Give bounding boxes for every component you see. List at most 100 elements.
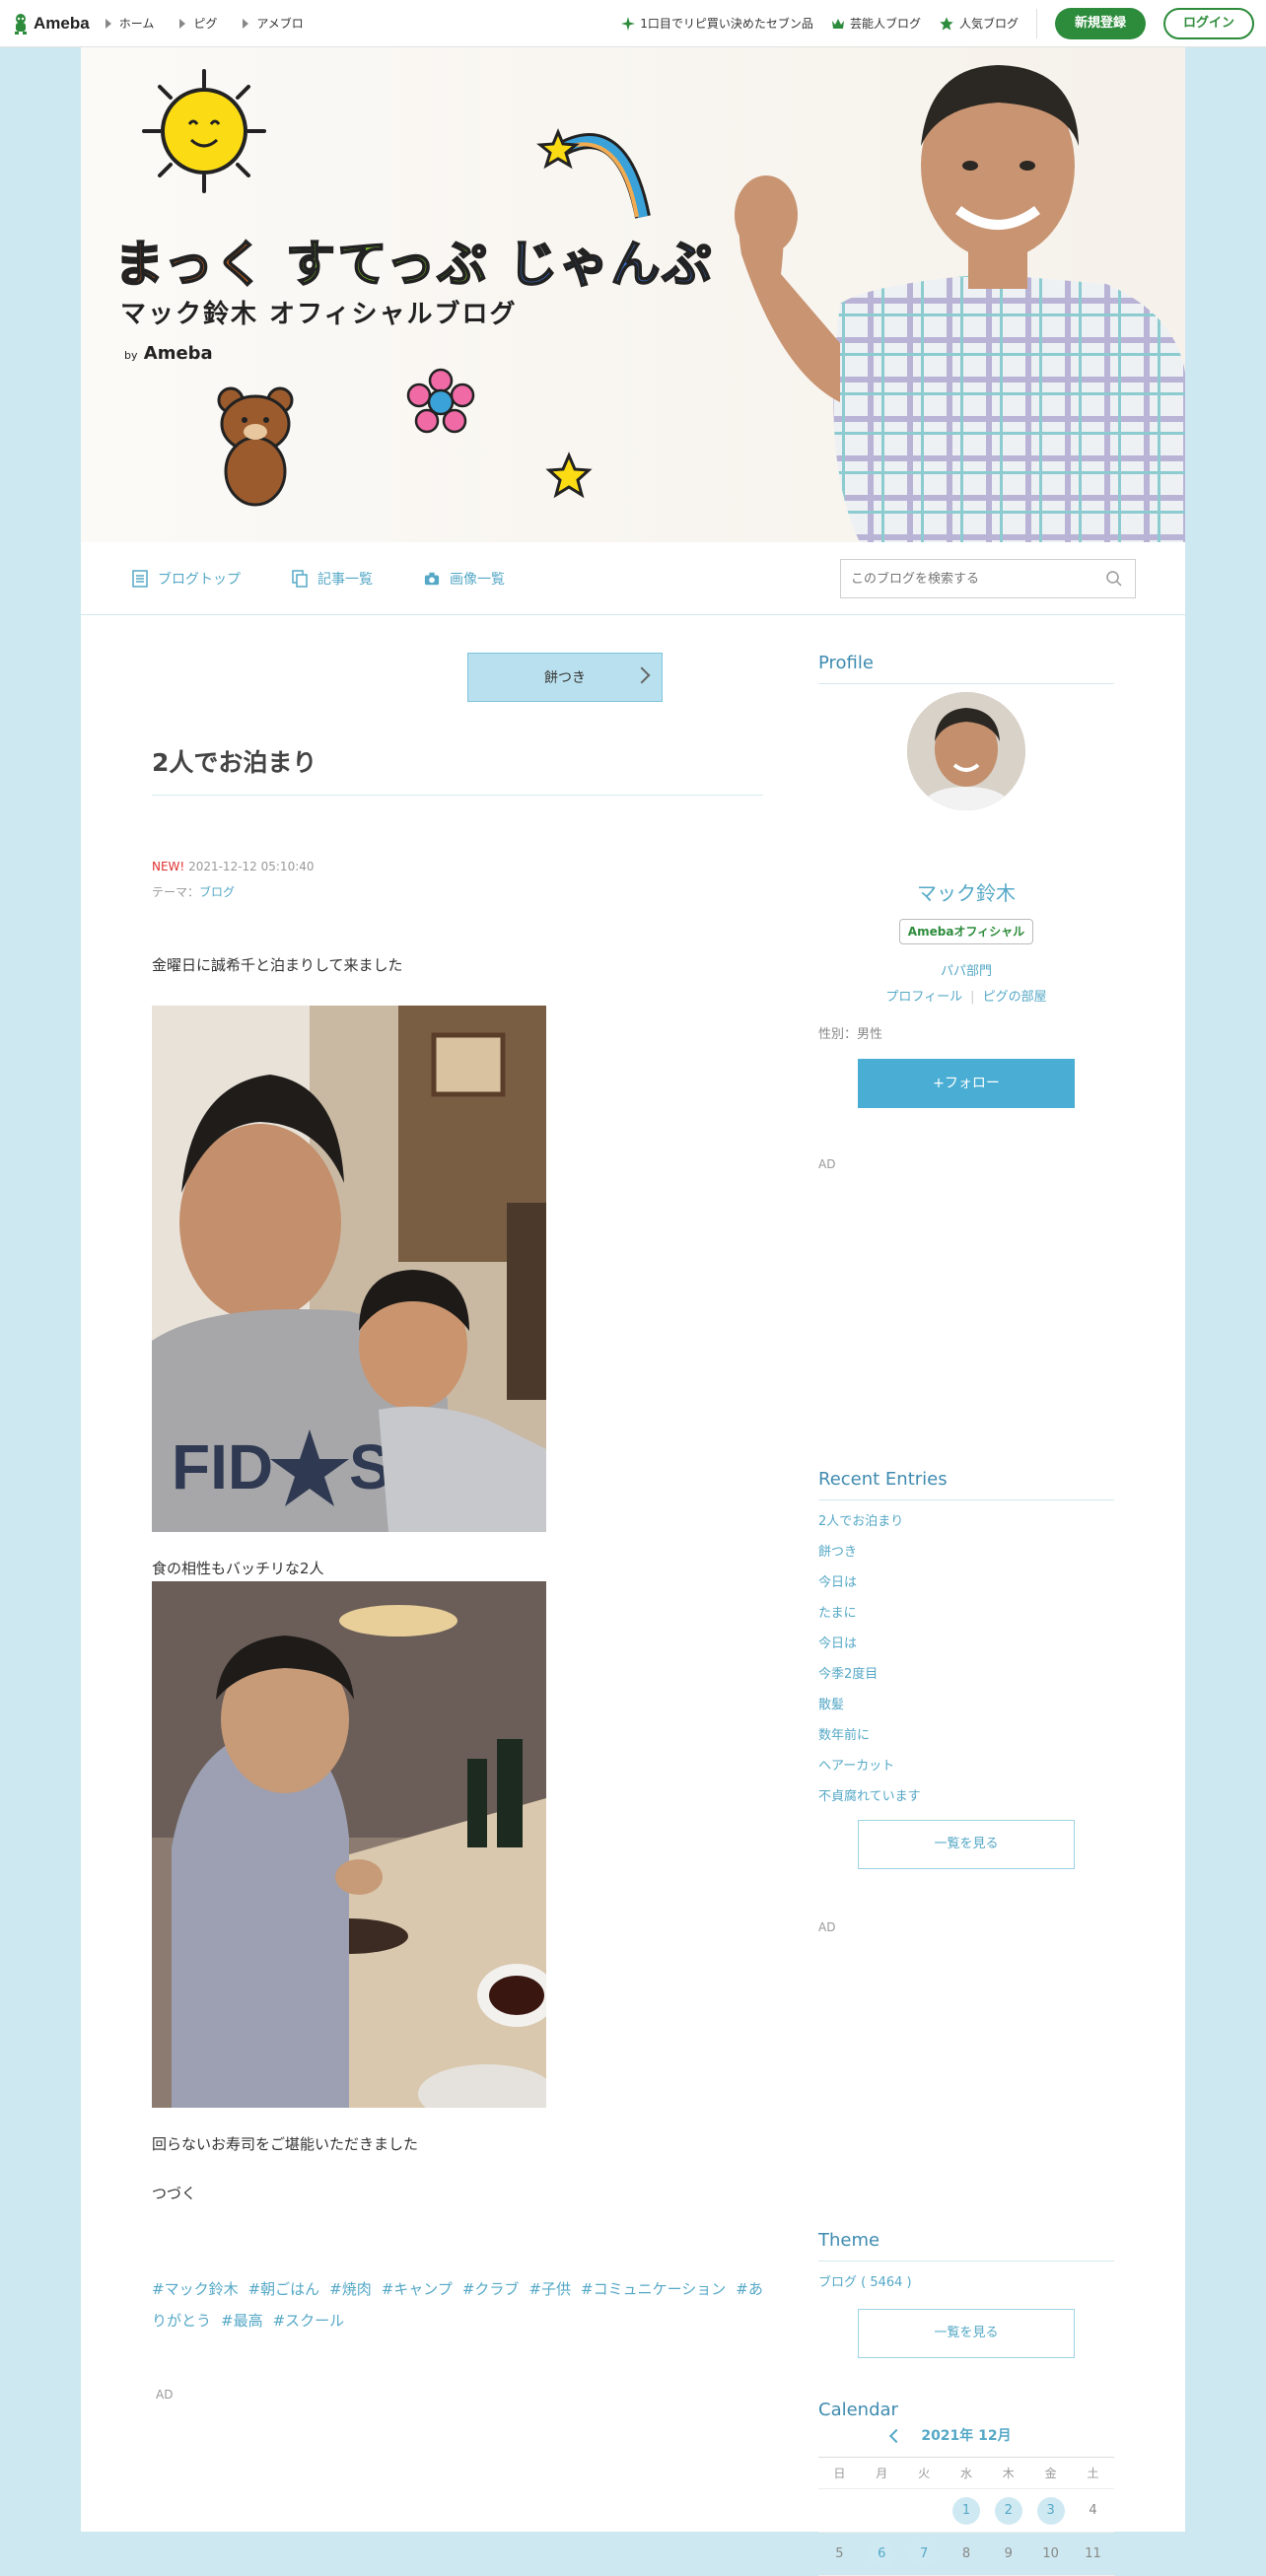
previous-entry-button[interactable]: 餅つき (467, 653, 663, 702)
blog-top-link[interactable]: ブログトップ (132, 569, 241, 589)
calendar-day-link[interactable]: 2 (994, 2496, 1022, 2525)
official-badge[interactable]: Amebaオフィシャル (899, 919, 1033, 944)
hashtag-link[interactable]: #キャンプ (382, 2280, 453, 2298)
nav-ameblo[interactable]: アメブロ (243, 15, 304, 32)
ameba-logo-text: Ameba (34, 13, 90, 33)
hashtag-link[interactable]: #クラブ (462, 2280, 520, 2298)
recent-entries-list: 2人でお泊まり 餅つき 今日は たまに 今日は 今季2度目 散髪 数年前に ヘア… (818, 1510, 1114, 1816)
blog-header-banner[interactable]: まっく すてっぷ じゃんぷ マック鈴木 オフィシャルブログ by Ameba (81, 47, 1185, 542)
bear-illustration (217, 386, 294, 507)
recent-entry-link[interactable]: 餅つき (818, 1541, 1114, 1571)
recent-entry-link[interactable]: 2人でお泊まり (818, 1510, 1114, 1541)
image-list-link[interactable]: 画像一覧 (424, 569, 505, 589)
blog-search-input[interactable] (851, 571, 1088, 587)
recent-entry-link[interactable]: ヘアーカット (818, 1755, 1114, 1785)
nav-home[interactable]: ホーム (105, 15, 155, 32)
popular-blog-link[interactable]: 人気ブログ (939, 15, 1019, 32)
triangle-icon (179, 18, 186, 29)
triangle-icon (105, 18, 111, 29)
recent-entry-link[interactable]: 散髪 (818, 1694, 1114, 1724)
previous-entry-label: 餅つき (544, 670, 586, 686)
login-button[interactable]: ログイン (1162, 7, 1254, 39)
weekday-label: 月 (876, 2467, 888, 2480)
calendar-heading: Calendar (818, 2400, 898, 2420)
global-nav: ホーム ピグ アメブロ (105, 15, 304, 32)
search-icon[interactable] (1105, 570, 1123, 588)
recent-entry-link[interactable]: 今日は (818, 1633, 1114, 1663)
nav-pig[interactable]: ピグ (179, 15, 217, 32)
calendar-day: 8 (961, 2546, 971, 2561)
calendar-day-linked[interactable]: 6 (861, 2540, 903, 2568)
hashtag-link[interactable]: #朝ごはん (248, 2280, 320, 2298)
theme-see-all-button[interactable]: 一覧を見る (858, 2309, 1075, 2358)
calendar-day: 9 (1004, 2546, 1013, 2561)
recent-see-all-button[interactable]: 一覧を見る (858, 1820, 1075, 1869)
calendar-day-linked[interactable]: 3 (1029, 2496, 1072, 2525)
flower-illustration (406, 368, 475, 434)
article-photo-sushi[interactable] (152, 1581, 546, 2108)
profile-link[interactable]: プロフィール (885, 990, 962, 1005)
calendar-weekday-row: 日 月 火 水 木 金 土 (818, 2458, 1114, 2489)
hashtag-link[interactable]: #コミュニケーション (581, 2280, 726, 2298)
theme-link[interactable]: ブログ ( 5464 ) (818, 2271, 912, 2290)
calendar-day-linked[interactable]: 1 (946, 2496, 988, 2525)
pig-room-link[interactable]: ピグの部屋 (983, 990, 1047, 1005)
calendar-day-link[interactable]: 7 (910, 2540, 939, 2568)
sun-illustration (142, 69, 266, 193)
theme-link[interactable]: ブログ (199, 885, 235, 899)
profile-avatar[interactable] (907, 692, 1025, 810)
promo-link[interactable]: 1口目でリピ買い決めたセブン品 (621, 15, 813, 32)
weekday-label: 土 (1087, 2467, 1099, 2480)
recent-entry-link[interactable]: 今日は (818, 1571, 1114, 1602)
article-title[interactable]: 2人でお泊まり (152, 743, 763, 796)
entry-list-link[interactable]: 記事一覧 (292, 569, 373, 589)
celebrity-blog-link[interactable]: 芸能人ブログ (831, 15, 921, 32)
recent-entry-link[interactable]: 不貞腐れています (818, 1785, 1114, 1816)
hashtag-link[interactable]: #子供 (528, 2280, 571, 2298)
hashtag-link[interactable]: #最高 (221, 2312, 263, 2330)
calendar-day-linked[interactable]: 7 (903, 2540, 946, 2568)
calendar-week-row: 1 2 3 4 (818, 2489, 1114, 2533)
nav-home-label: ホーム (118, 17, 155, 31)
crown-icon (831, 18, 844, 29)
calendar-day-link[interactable]: 3 (1036, 2496, 1065, 2525)
by-ameba-name: Ameba (143, 343, 213, 364)
chevron-right-icon (633, 666, 651, 684)
new-badge: NEW! (152, 860, 185, 873)
register-button[interactable]: 新規登録 (1054, 7, 1146, 39)
weekday-label: 水 (959, 2467, 972, 2480)
ameba-logo[interactable]: Ameba (12, 12, 90, 35)
hashtag-list: #マック鈴木 #朝ごはん #焼肉 #キャンプ #クラブ #子供 #コミュニケーション #ありが… (152, 2273, 765, 2336)
article-paragraph: つづく (152, 2185, 197, 2202)
follow-button[interactable]: +フォロー (858, 1059, 1075, 1108)
weekday-label: 木 (1002, 2467, 1015, 2480)
hashtag-link[interactable]: #焼肉 (329, 2280, 372, 2298)
theme-label: テーマ： (152, 885, 200, 899)
ad-label: AD (818, 1157, 836, 1171)
profile-name[interactable]: マック鈴木 (818, 877, 1114, 906)
profile-gender: 性別：男性 (818, 1027, 883, 1042)
document-icon (132, 569, 148, 588)
calendar-day-linked[interactable]: 2 (987, 2496, 1029, 2525)
article-photo-selfie[interactable]: FID S (152, 1006, 546, 1532)
hashtag-link[interactable]: #スクール (273, 2312, 345, 2330)
recent-entry-link[interactable]: たまに (818, 1602, 1114, 1633)
calendar-day-link[interactable]: 1 (951, 2496, 980, 2525)
popular-blog-label: 人気ブログ (958, 17, 1019, 31)
profile-category-link[interactable]: パパ部門 (818, 960, 1114, 979)
recent-entry-link[interactable]: 今季2度目 (818, 1663, 1114, 1694)
article-datetime: 2021-12-12 05:10:40 (188, 860, 315, 873)
ad-label: AD (156, 2388, 174, 2402)
recent-entry-link[interactable]: 数年前に (818, 1724, 1114, 1755)
calendar-week-row: 5 6 7 8 9 10 11 (818, 2533, 1114, 2576)
by-ameba-label: by Ameba (124, 343, 213, 364)
hashtag-link[interactable]: #マック鈴木 (152, 2280, 239, 2298)
blog-nav-bar: ブログトップ 記事一覧 画像一覧 (81, 542, 1185, 615)
calendar-day-link[interactable]: 6 (868, 2540, 896, 2568)
promo-link-label: 1口目でリピ買い決めたセブン品 (640, 17, 813, 31)
profile-heading: Profile (818, 653, 1114, 684)
copy-icon (292, 569, 308, 588)
global-header: Ameba ホーム ピグ アメブロ 1口目でリピ買い決めたセブン品 芸能人ブログ… (0, 0, 1266, 47)
weekday-label: 日 (833, 2467, 846, 2480)
theme-heading: Theme (818, 2230, 1114, 2262)
